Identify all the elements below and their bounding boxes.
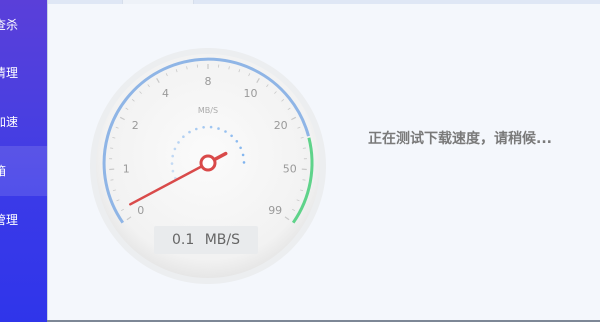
sidebar-item-scan[interactable]: 查杀 <box>0 0 47 50</box>
sidebar-item-label: 清理 <box>0 66 19 80</box>
sidebar-item-label: 管理 <box>0 213 19 227</box>
gauge-progress-dot <box>195 127 198 131</box>
sidebar-item-label: 加速 <box>0 115 19 129</box>
gauge-progress-dot <box>224 130 227 133</box>
gauge-progress-dot <box>182 135 185 138</box>
speed-readout-value: 0.1 <box>171 232 195 248</box>
gauge-scale-label: 1 <box>123 162 130 175</box>
gauge-tick <box>302 179 306 181</box>
sidebar-item-manage[interactable]: 管理 <box>0 195 47 245</box>
sidebar-item-label: 箱 <box>0 164 7 178</box>
gauge-scale-label: 20 <box>274 119 288 132</box>
gauge-progress-dot <box>241 153 245 157</box>
speed-readout: 0.1 MB/S <box>154 226 258 254</box>
gauge-scale-label: 8 <box>205 75 212 88</box>
gauge-progress-dot <box>170 162 174 165</box>
speed-readout-unit: MB/S <box>204 232 240 248</box>
gauge-scale-label: 0 <box>137 204 144 217</box>
gauge-scale-label: 50 <box>283 162 297 175</box>
gauge-progress-dot <box>217 127 220 130</box>
gauge-progress-dot <box>171 169 175 173</box>
gauge-progress-dot <box>202 126 205 129</box>
sidebar-item-toolbox[interactable]: 箱 <box>0 146 47 196</box>
gauge-scale-label: 2 <box>132 119 139 132</box>
gauge-progress-dot <box>188 130 191 134</box>
sidebar-item-clean[interactable]: 清理 <box>0 48 47 98</box>
sidebar-item-speedup[interactable]: 加速 <box>0 97 47 147</box>
gauge-scale-label: 4 <box>162 87 169 100</box>
gauge-progress-dot <box>239 146 242 150</box>
sidebar: 查杀 清理 加速 箱 管理 <box>0 0 47 322</box>
status-message: 正在测试下载速度，请稍候... <box>368 131 552 147</box>
gauge-unit-label: MB/S <box>198 106 218 115</box>
gauge-progress-dot <box>230 134 233 138</box>
top-tab[interactable] <box>122 0 194 4</box>
gauge-progress-dot <box>173 147 177 151</box>
gauge-progress-dot <box>177 141 180 144</box>
gauge-progress-dot <box>209 125 213 129</box>
sidebar-item-label: 查杀 <box>0 18 19 32</box>
gauge-progress-dot <box>171 154 174 158</box>
sidebar-divider <box>47 0 48 322</box>
gauge-hub <box>199 154 217 172</box>
gauge-progress-dot <box>242 161 246 164</box>
gauge-scale-label: 10 <box>244 87 258 100</box>
gauge-tick <box>110 179 114 181</box>
gauge-scale-label: 99 <box>268 204 282 217</box>
gauge-progress-dot <box>235 140 239 143</box>
